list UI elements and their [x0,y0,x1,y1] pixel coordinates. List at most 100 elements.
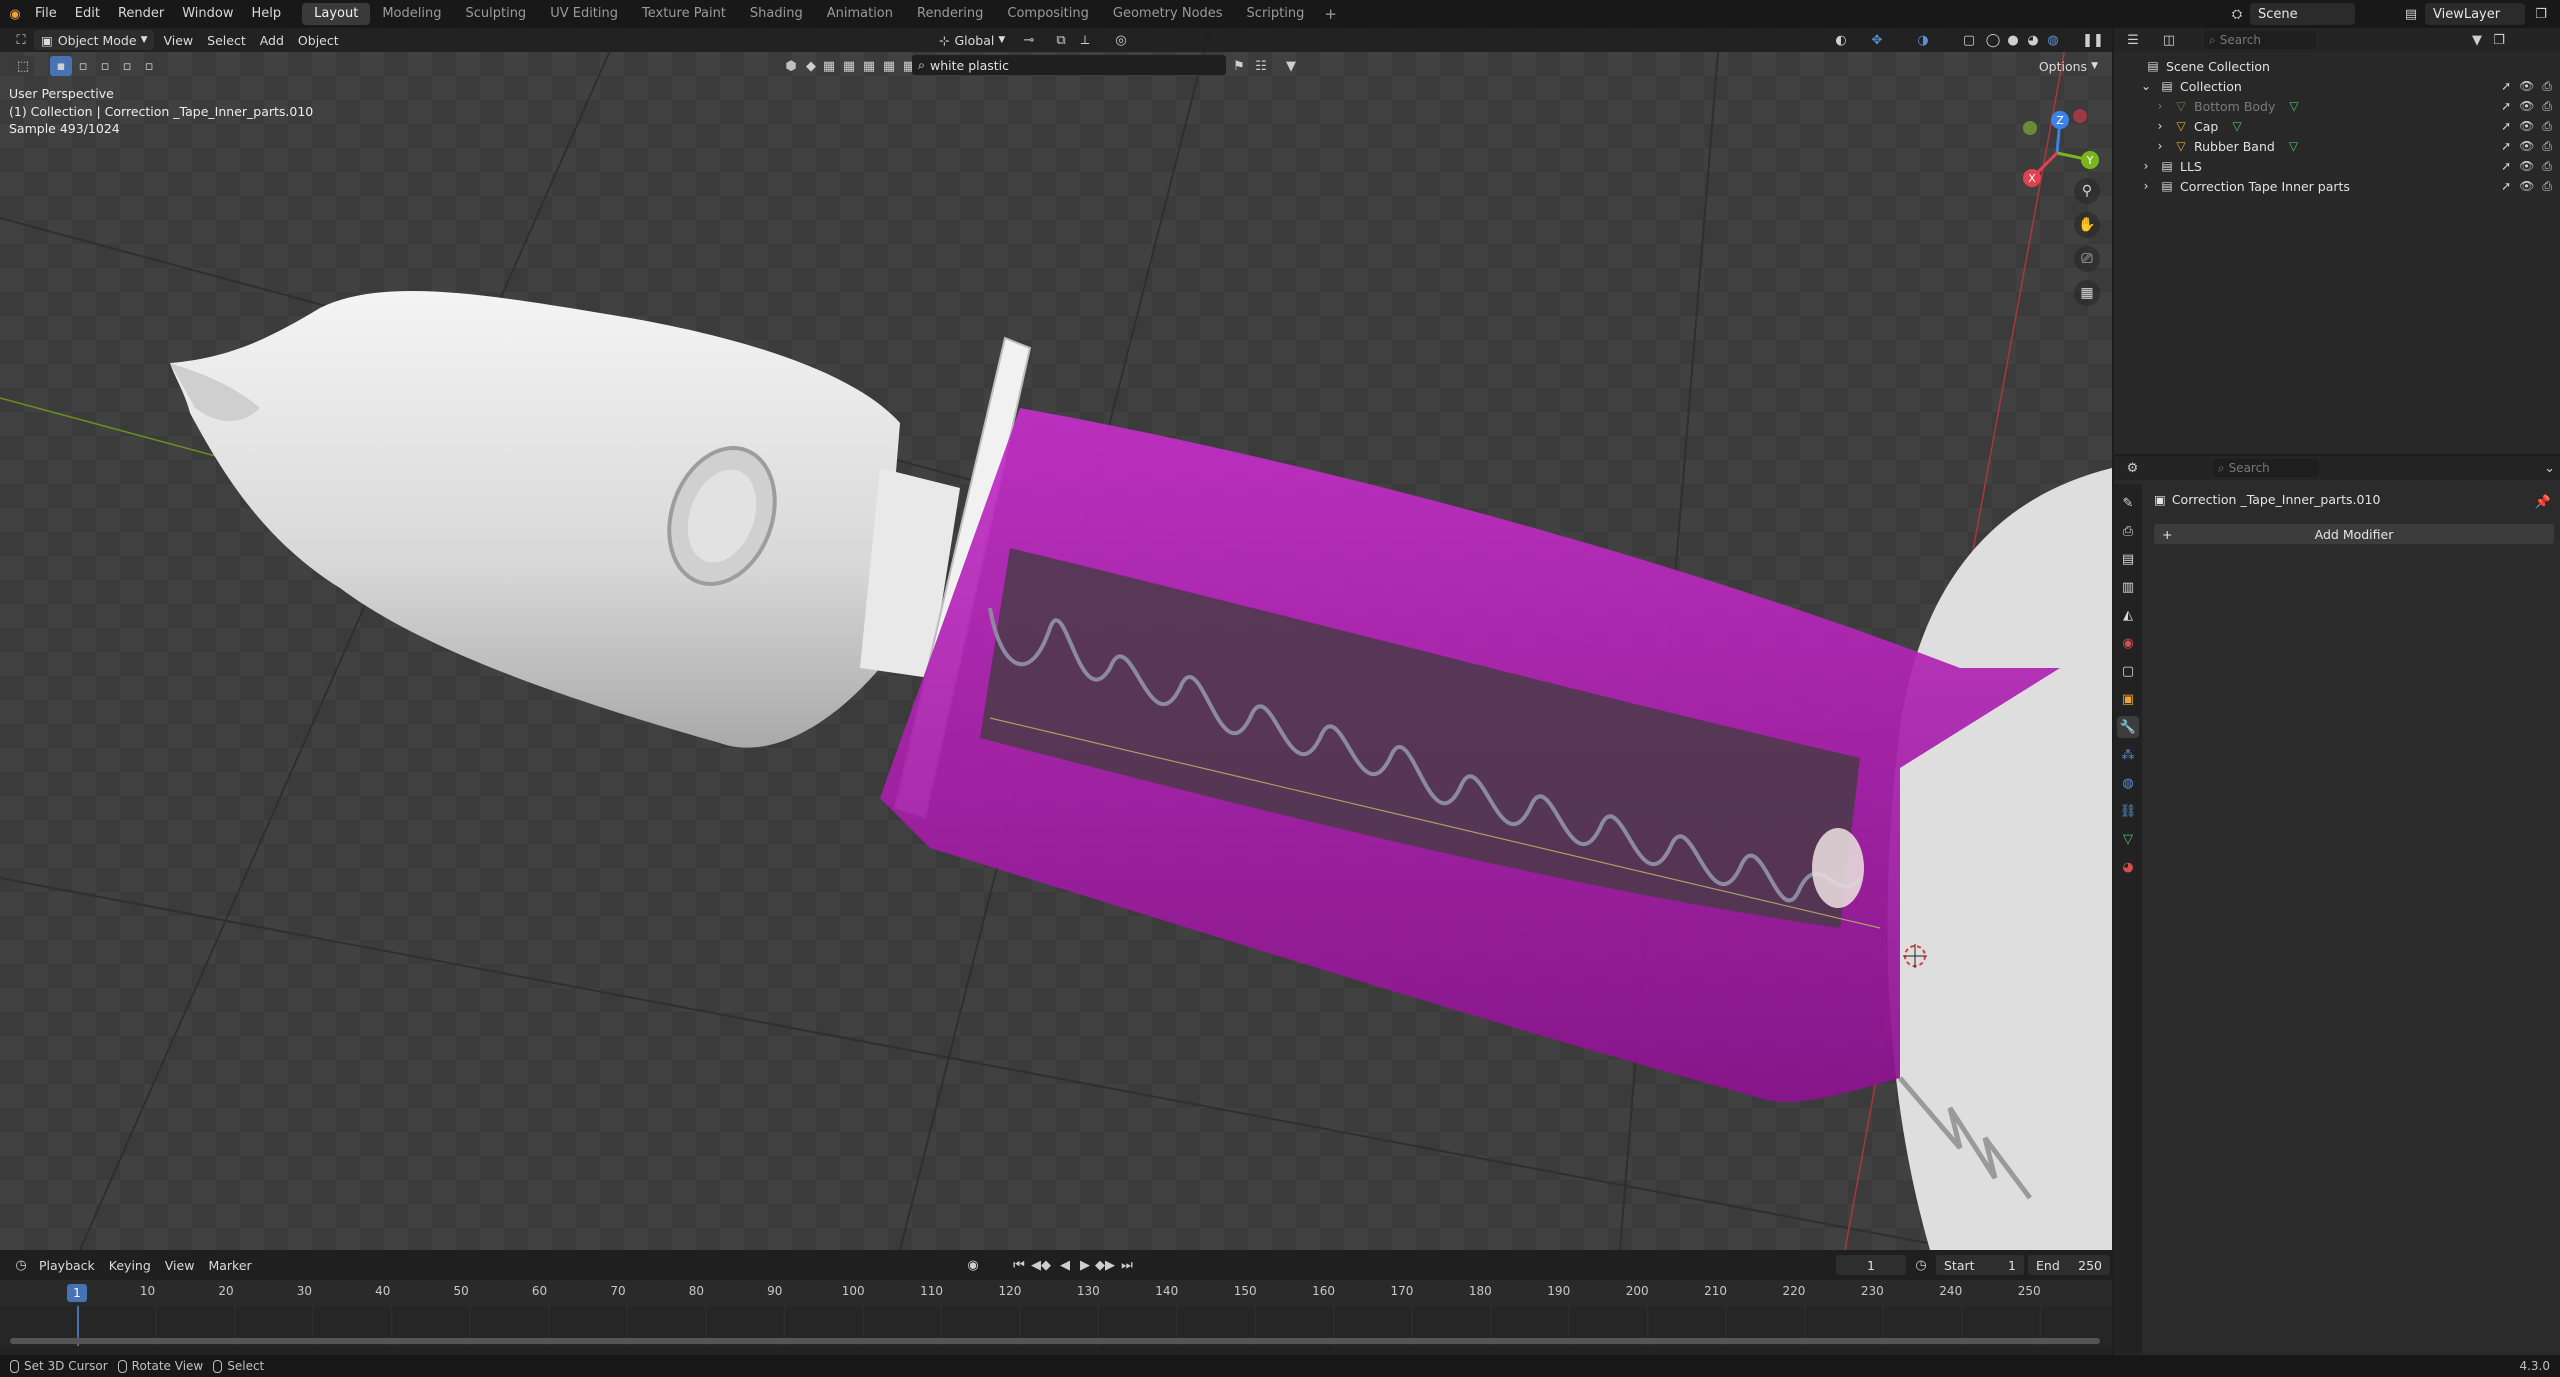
modifier-tab-icon[interactable]: 🔧 [2117,716,2139,738]
mesh-data-icon[interactable]: ▽ [2289,99,2298,113]
jump-keyframe-forward-icon[interactable]: ◆▶ [1094,1255,1116,1275]
menu-marker[interactable]: Marker [201,1255,258,1275]
selectable-arrow-icon[interactable]: ➚ [2501,99,2511,114]
camera-icon[interactable]: ⎙ [2542,139,2552,154]
tab-texture-paint[interactable]: Texture Paint [630,3,738,25]
menu-keying[interactable]: Keying [102,1255,158,1275]
eye-icon[interactable]: 👁 [2519,99,2534,114]
outliner-row[interactable]: › ▽ Bottom Body ▽ ➚ 👁 ⎙ [2114,96,2560,116]
scene-icon[interactable]: ⛭ [2226,4,2248,24]
tab-uv-editing[interactable]: UV Editing [538,3,630,25]
scene-tab-icon[interactable]: ◭ [2117,604,2139,626]
eye-icon[interactable]: 👁 [2519,79,2534,94]
keyframe-area[interactable] [0,1306,2112,1346]
outliner-row[interactable]: › ▽ Cap ▽ ➚ 👁 ⎙ [2114,116,2560,136]
gizmo-neg-x-axis[interactable] [2073,109,2087,123]
mesh-data-icon[interactable]: ▽ [2289,139,2298,153]
render-tab-icon[interactable]: ⎙ [2117,520,2139,542]
outliner-row[interactable]: › ▤ LLS ➚ 👁 ⎙ [2114,156,2560,176]
properties-editor-icon[interactable]: ⚙ [2122,458,2143,478]
selectable-arrow-icon[interactable]: ➚ [2501,179,2511,194]
object-type-filter-3-icon[interactable]: ▦ [858,56,880,76]
world-tab-icon[interactable]: ◉ [2117,632,2139,654]
expand-closed-icon[interactable]: › [2152,99,2168,113]
menu-timeline-view[interactable]: View [158,1255,202,1275]
particles-tab-icon[interactable]: ⁂ [2117,744,2139,766]
scene-selector[interactable]: Scene [2250,3,2355,25]
auto-keying-icon[interactable]: ◉ [962,1255,984,1275]
eye-icon[interactable]: 👁 [2519,179,2534,194]
view-layer-tab-icon[interactable]: ▥ [2117,576,2139,598]
menu-window[interactable]: Window [173,0,242,28]
outliner-row[interactable]: › ▽ Rubber Band ▽ ➚ 👁 ⎙ [2114,136,2560,156]
menu-render[interactable]: Render [109,0,173,28]
gizmo-neg-y-axis[interactable] [2023,121,2037,135]
expand-open-icon[interactable]: ⌄ [2138,79,2154,93]
camera-icon[interactable]: ⎙ [2542,159,2552,174]
constraints-tab-icon[interactable]: ⛓ [2117,800,2139,822]
object-mode-dropdown[interactable]: ▣ Object Mode ▼ [34,30,155,50]
expand-closed-icon[interactable]: › [2152,139,2168,153]
transform-orientation-dropdown[interactable]: ⊹ Global ▼ [932,30,1012,50]
tab-scripting[interactable]: Scripting [1235,3,1317,25]
pan-hand-icon[interactable]: ✋ [2074,212,2100,238]
jump-keyframe-back-icon[interactable]: ◀◆ [1030,1255,1052,1275]
outliner-row[interactable]: ⌄ ▤ Collection ➚ 👁 ⎙ [2114,76,2560,96]
selectable-arrow-icon[interactable]: ➚ [2501,139,2511,154]
select-mode-extend-icon[interactable]: ▫ [72,56,94,76]
xray-icon[interactable]: ▢ [1958,30,1980,50]
timeline-editor-icon[interactable]: ◷ [10,1255,32,1275]
pin-icon[interactable]: 📌 [2532,492,2554,512]
display-mode-icon[interactable]: ☷ [1250,56,1272,76]
mesh-data-icon[interactable]: ▽ [2232,119,2241,133]
outliner-search-input[interactable]: ⌕ Search [2204,31,2316,49]
output-tab-icon[interactable]: ▤ [2117,548,2139,570]
collection-tab-icon[interactable]: ▢ [2117,660,2139,682]
frame-ruler[interactable]: 1 10 20 30 40 50 60 70 80 90 100 110 120 130 140 150 160… [0,1280,2112,1306]
viewport-scene[interactable] [0,28,2112,1250]
tab-layout[interactable]: Layout [302,3,371,25]
new-view-layer-icon[interactable]: ❐ [2530,4,2552,24]
start-frame-field[interactable]: Start 1 [1936,1255,2024,1275]
menu-select[interactable]: Select [200,30,253,50]
new-collection-icon[interactable]: ❐ [2488,30,2510,50]
add-workspace-icon[interactable]: + [1316,5,1345,23]
menu-add[interactable]: Add [253,30,291,50]
pause-render-icon[interactable]: ❚❚ [2082,30,2104,50]
object-type-filter-2-icon[interactable]: ▦ [838,56,860,76]
menu-help[interactable]: Help [243,0,291,28]
tool-tab-icon[interactable]: ✎ [2117,492,2139,514]
snap-target-icon[interactable]: ⟂ [1074,30,1096,50]
filter-icon[interactable]: ▼ [2466,30,2488,50]
blender-logo-icon[interactable]: ◉ [4,4,26,24]
timeline-scrollbar[interactable] [10,1338,2100,1344]
editor-type-icon[interactable]: ⛶ [10,30,32,50]
select-mode-new-icon[interactable]: ▪ [50,56,72,76]
shading-color-icon[interactable]: ⬢ [780,56,802,76]
data-tab-icon[interactable]: ▽ [2117,828,2139,850]
menu-object[interactable]: Object [291,30,346,50]
3d-viewport[interactable]: ⛶ ▣ Object Mode ▼ View Select Add Object… [0,28,2112,1250]
tab-geometry-nodes[interactable]: Geometry Nodes [1101,3,1235,25]
clock-icon[interactable]: ◷ [1910,1255,1932,1275]
object-type-filter-icon[interactable]: ▦ [818,56,840,76]
expand-closed-icon[interactable]: › [2138,179,2154,193]
wireframe-shading-icon[interactable]: ◯ [1982,30,2004,50]
snap-icon[interactable]: ⧉ [1050,30,1072,50]
object-type-filter-4-icon[interactable]: ▦ [878,56,900,76]
menu-playback[interactable]: Playback [32,1255,102,1275]
tab-rendering[interactable]: Rendering [905,3,995,25]
proportional-edit-icon[interactable]: ◎ [1110,30,1132,50]
current-frame-field[interactable]: 1 [1836,1255,1906,1275]
filter-icon[interactable]: ▼ [1280,56,1302,76]
selectable-arrow-icon[interactable]: ➚ [2501,119,2511,134]
play-icon[interactable]: ▶ [1074,1255,1096,1275]
expand-closed-icon[interactable]: › [2152,119,2168,133]
camera-icon[interactable]: ⎙ [2542,99,2552,114]
zoom-icon[interactable]: ⚲ [2074,178,2100,204]
outliner-editor-icon[interactable]: ☰ [2122,30,2144,50]
menu-view[interactable]: View [156,30,200,50]
selectable-arrow-icon[interactable]: ➚ [2501,159,2511,174]
end-frame-field[interactable]: End 250 [2028,1255,2110,1275]
tab-compositing[interactable]: Compositing [995,3,1101,25]
